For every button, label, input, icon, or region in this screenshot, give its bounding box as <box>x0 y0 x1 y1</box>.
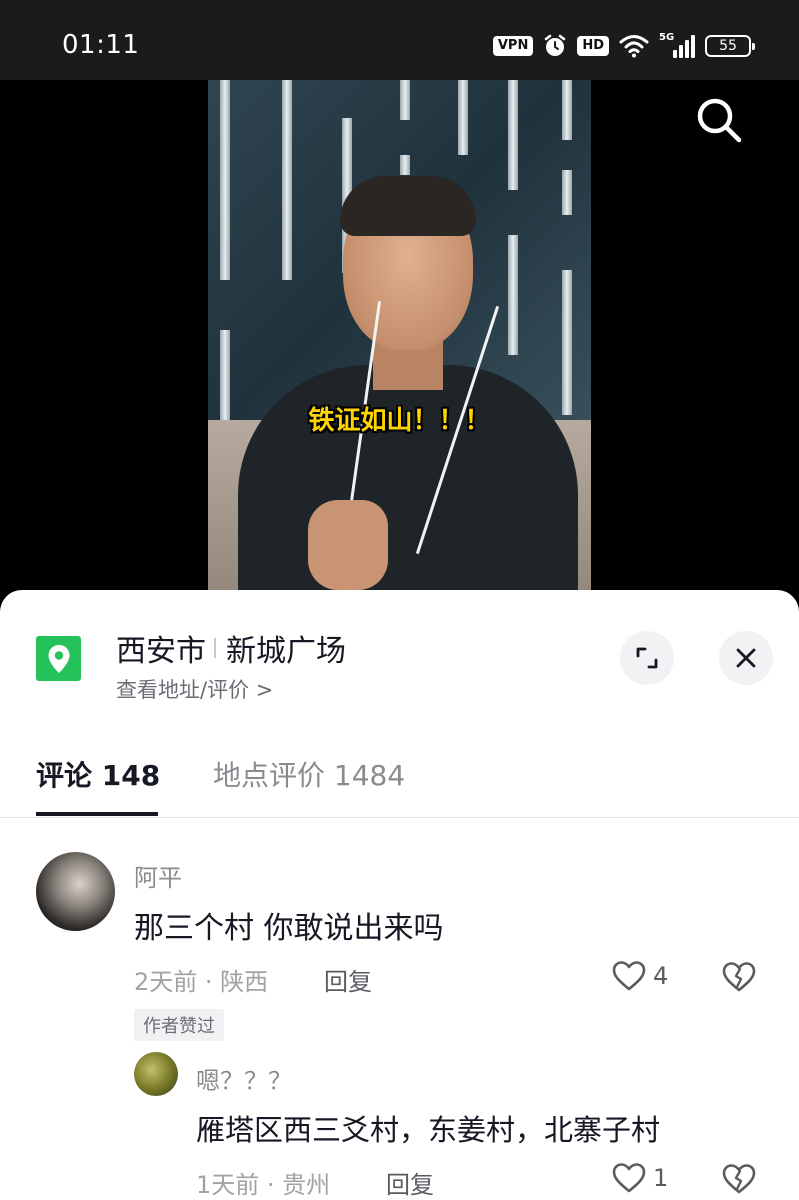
location-pin-icon <box>36 636 81 681</box>
reply-text: 雁塔区西三爻村，东姜村，北寨子村 <box>196 1113 661 1147</box>
battery-icon: 55 <box>705 35 755 57</box>
view-address-link[interactable]: 查看地址/评价 > <box>116 674 273 704</box>
location-sheet: 西安市 新城广场 查看地址/评价 > 评论 148 地点评价 1484 阿平 那… <box>0 590 799 1200</box>
close-icon <box>736 648 756 668</box>
like-button[interactable]: 1 <box>611 1162 668 1194</box>
video-frame[interactable]: 铁证如山！！！ <box>208 80 591 620</box>
title-divider <box>214 638 216 658</box>
tab-location-reviews[interactable]: 地点评价 1484 <box>213 754 405 794</box>
expand-button[interactable] <box>620 631 674 685</box>
broken-heart-icon[interactable] <box>721 960 757 994</box>
location-city: 西安市 <box>116 634 206 669</box>
expand-icon <box>636 647 658 669</box>
search-icon[interactable] <box>695 96 743 144</box>
wifi-icon <box>619 35 649 58</box>
like-count: 1 <box>653 1164 669 1192</box>
tab-comments[interactable]: 评论 148 <box>36 754 160 794</box>
heart-icon <box>612 1163 646 1193</box>
like-button[interactable]: 4 <box>611 960 668 992</box>
comment-text: 那三个村 你敢说出来吗 <box>134 911 444 946</box>
alarm-icon <box>545 34 566 56</box>
comment-meta: 2天前 · 陕西 <box>134 968 269 996</box>
status-icons: VPN HD 5G 55 <box>492 30 755 62</box>
reply-avatar[interactable] <box>134 1052 178 1096</box>
video-player[interactable]: 铁证如山！！！ <box>0 80 799 620</box>
active-tab-indicator <box>36 812 158 816</box>
reply-username[interactable]: 嗯？？？ <box>196 1061 292 1096</box>
battery-level: 55 <box>719 38 737 54</box>
comment-username[interactable]: 阿平 <box>134 858 182 893</box>
like-count: 4 <box>653 962 669 990</box>
video-subtitle: 铁证如山！！！ <box>308 406 491 436</box>
hd-badge: HD <box>577 36 609 56</box>
reply-button[interactable]: 回复 <box>324 962 372 997</box>
author-liked-badge: 作者赞过 <box>134 1009 224 1041</box>
reply-button[interactable]: 回复 <box>386 1165 434 1200</box>
location-place: 新城广场 <box>226 634 346 669</box>
broken-heart-icon[interactable] <box>721 1162 757 1196</box>
heart-icon <box>612 961 646 991</box>
tab-bar: 评论 148 地点评价 1484 <box>0 750 799 818</box>
close-button[interactable] <box>719 631 773 685</box>
network-type-label: 5G <box>659 32 675 43</box>
person-hand <box>308 500 388 590</box>
vpn-badge: VPN <box>492 36 534 56</box>
person-hair <box>340 176 476 236</box>
signal-icon: 5G <box>659 32 695 58</box>
status-time: 01:11 <box>62 30 140 60</box>
reply-meta: 1天前 · 贵州 <box>196 1171 331 1199</box>
avatar[interactable] <box>36 852 115 931</box>
location-title[interactable]: 西安市 新城广场 <box>116 626 346 670</box>
status-bar: 01:11 VPN HD 5G 55 <box>0 0 799 80</box>
